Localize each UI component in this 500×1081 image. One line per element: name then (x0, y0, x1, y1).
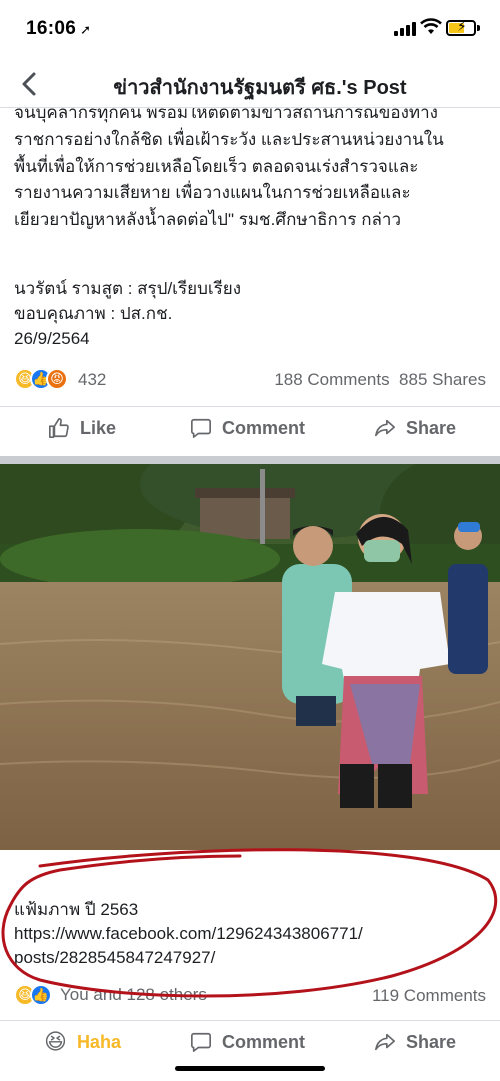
haha-label: Haha (76, 1031, 121, 1052)
byline-author: นวรัตน์ รามสูต : สรุป/เรียบเรียง (14, 279, 242, 298)
comment-button[interactable]: Comment (190, 417, 305, 439)
comments-count-2[interactable]: 119 Comments (372, 986, 486, 1006)
share-arrow-icon (375, 1033, 395, 1051)
share-label-2: Share (406, 1031, 457, 1052)
chevron-left-icon (22, 72, 36, 96)
comment-button-2[interactable]: Comment (190, 1031, 305, 1053)
clock-text: 16:06 (26, 18, 77, 39)
post-actions-2: 😆 Haha Comment Share (0, 1020, 500, 1070)
share-button[interactable]: Share (374, 417, 456, 439)
angry-reaction-icon: 😡 (46, 368, 68, 390)
reaction-summary[interactable]: 😆 👍 😡 432 188 Comments 885 Shares (14, 366, 486, 394)
byline-photo-credit: ขอบคุณภาพ : ปส.กช. (14, 304, 173, 323)
share-label: Share (406, 417, 457, 438)
post-actions: Like Comment Share (0, 406, 500, 456)
like-label: Like (80, 417, 117, 438)
wifi-icon (420, 18, 442, 34)
comment-label-2: Comment (222, 1031, 306, 1052)
status-time: 16:06 ➚ (26, 18, 91, 40)
like-button[interactable]: Like (48, 417, 116, 439)
share-arrow-icon (375, 419, 395, 437)
post-divider (0, 456, 500, 464)
comment-icon (191, 1032, 211, 1052)
back-button[interactable] (14, 68, 44, 100)
flood-photo[interactable] (0, 464, 500, 850)
comments-count[interactable]: 188 Comments (274, 370, 389, 389)
byline-date: 26/9/2564 (14, 329, 90, 348)
shares-count[interactable]: 885 Shares (399, 370, 486, 389)
reaction-icons: 😆 👍 😡 (14, 368, 68, 390)
post-byline: นวรัตน์ รามสูต : สรุป/เรียบเรียง ขอบคุณภ… (14, 276, 484, 351)
haha-button[interactable]: 😆 Haha (44, 1031, 121, 1053)
post-body-text: จนบุคลากรทุกคน พร้อมให้ติดตามข่าวสถานการ… (14, 103, 444, 230)
reaction-count[interactable]: 432 (78, 370, 106, 390)
location-arrow-icon: ➚ (80, 22, 92, 37)
source-link-line-1[interactable]: https://www.facebook.com/129624343806771… (14, 922, 484, 946)
page-title: ข่าวสำนักงานรัฐมนตรี ศธ.'s Post (113, 77, 407, 99)
archive-caption: แฟ้มภาพ ปี 2563 (14, 900, 139, 919)
status-bar: 16:06 ➚ ⚡ (0, 0, 500, 62)
reaction-summary-2[interactable]: 😆 👍 You and 128 others 119 Comments (14, 982, 486, 1008)
battery-icon: ⚡ (446, 18, 476, 36)
share-button-2[interactable]: Share (374, 1031, 456, 1053)
comments-shares-count[interactable]: 188 Comments 885 Shares (274, 370, 486, 390)
like-reaction-icon: 👍 (30, 984, 52, 1006)
cellular-signal-icon (394, 22, 416, 36)
battery-cap (477, 25, 480, 31)
reaction-names[interactable]: You and 128 others (60, 985, 207, 1005)
haha-icon: 😆 (44, 1029, 67, 1054)
home-indicator[interactable] (175, 1066, 325, 1071)
thumbs-up-icon (49, 418, 69, 438)
source-link-line-2[interactable]: posts/2828545847247927/ (14, 946, 484, 970)
flood-photo-illustration (0, 464, 500, 850)
comment-label: Comment (222, 417, 306, 438)
post-header: ข่าวสำนักงานรัฐมนตรี ศธ.'s Post (0, 62, 500, 108)
comment-icon (191, 418, 211, 438)
shared-post-caption: แฟ้มภาพ ปี 2563 https://www.facebook.com… (14, 898, 484, 970)
reaction-icons-2: 😆 👍 (14, 984, 52, 1006)
